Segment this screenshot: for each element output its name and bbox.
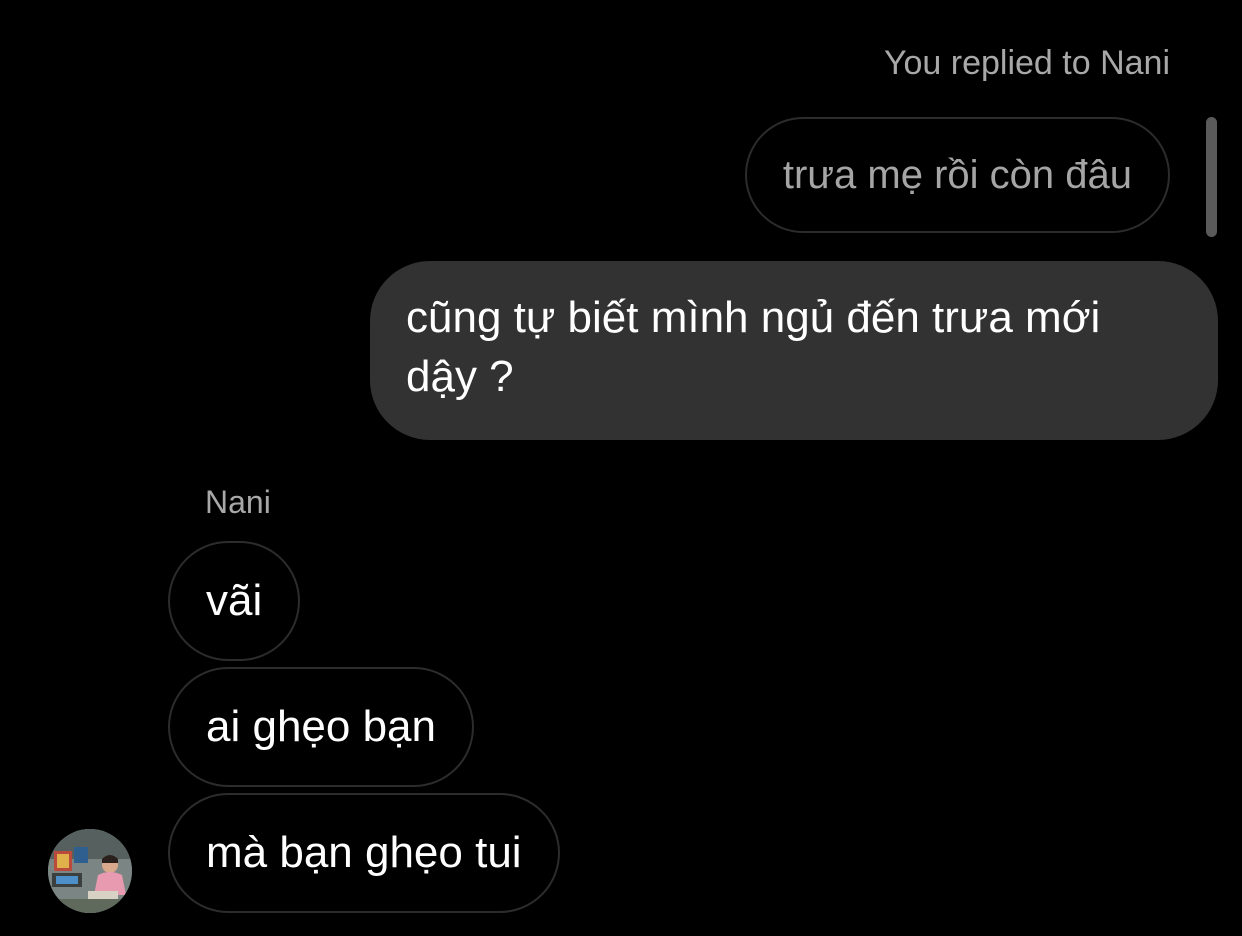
- outgoing-message-bubble[interactable]: cũng tự biết mình ngủ đến trưa mới dậy ?: [370, 261, 1218, 440]
- reply-context-label: You replied to Nani: [883, 44, 1170, 82]
- incoming-message-text: mà bạn ghẹo tui: [206, 828, 522, 877]
- incoming-message-text: vãi: [206, 576, 263, 625]
- quoted-message-bubble[interactable]: trưa mẹ rồi còn đâu: [744, 117, 1170, 233]
- scrollbar[interactable]: [1206, 117, 1217, 237]
- outgoing-message-text: cũng tự biết mình ngủ đến trưa mới dậy ?: [406, 293, 1101, 401]
- incoming-message-bubble[interactable]: vãi: [168, 541, 301, 661]
- incoming-message-bubble[interactable]: mà bạn ghẹo tui: [168, 793, 560, 913]
- chat-thread: You replied to Nani trưa mẹ rồi còn đâu …: [0, 0, 1242, 936]
- incoming-message-bubble[interactable]: ai ghẹo bạn: [168, 667, 474, 787]
- avatar[interactable]: [48, 829, 132, 913]
- profile-photo-avatar-icon: [48, 829, 132, 913]
- sender-name: Nani: [205, 484, 271, 520]
- quoted-message-text: trưa mẹ rồi còn đâu: [782, 152, 1132, 197]
- incoming-message-text: ai ghẹo bạn: [206, 702, 436, 751]
